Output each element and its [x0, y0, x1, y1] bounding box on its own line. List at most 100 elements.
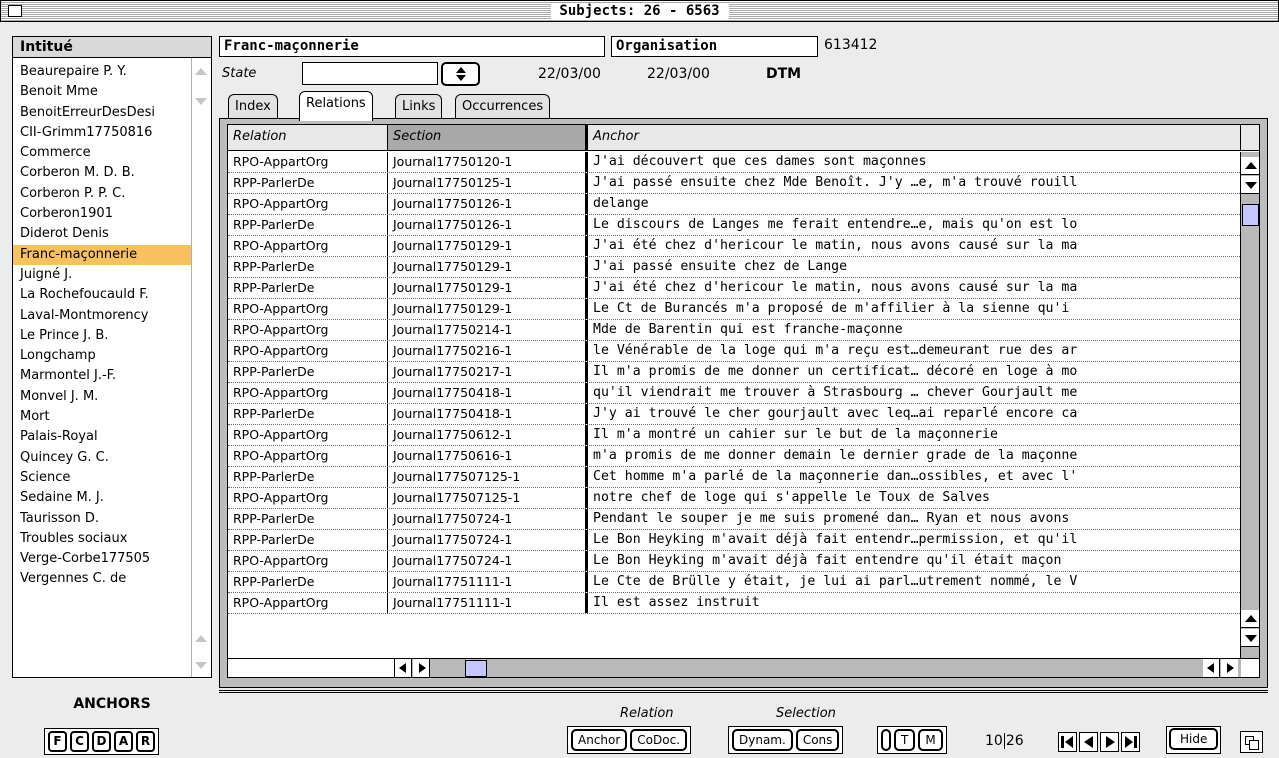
table-row[interactable]: RPP-ParlerDe Journal17750129-1 J'ai passé …: [228, 257, 1240, 278]
mode-blank-button[interactable]: [881, 729, 891, 751]
scroll-right-icon[interactable]: [413, 659, 430, 677]
anchor-c-button[interactable]: C: [70, 731, 89, 752]
mode-m-button[interactable]: M: [918, 729, 943, 751]
table-row[interactable]: RPP-ParlerDe Journal17750217-1 Il m'a prom…: [228, 362, 1240, 383]
scroll-thumb[interactable]: [1242, 204, 1259, 226]
list-item[interactable]: Corberon P. P. C.: [13, 184, 191, 204]
column-header-section[interactable]: Section: [388, 125, 588, 150]
close-box[interactable]: [8, 5, 22, 17]
list-item[interactable]: Mort: [13, 407, 191, 427]
table-row[interactable]: RPP-ParlerDe Journal17750724-1 Pendant le …: [228, 509, 1240, 530]
scroll-left-icon[interactable]: [1203, 659, 1220, 677]
table-vertical-scrollbar[interactable]: [1240, 152, 1259, 658]
anchor-column-scrollbar[interactable]: [394, 659, 1241, 677]
list-item[interactable]: Le Prince J. B.: [13, 326, 191, 346]
list-item[interactable]: Sedaine M. J.: [13, 488, 191, 508]
scroll-thumb[interactable]: [465, 660, 487, 677]
list-item[interactable]: Corberon M. D. B.: [13, 163, 191, 183]
table-row[interactable]: RPP-ParlerDe Journal177507125-1 Cet homme …: [228, 467, 1240, 488]
subject-list-scrollbar[interactable]: [191, 58, 211, 677]
anchor-d-button[interactable]: D: [92, 731, 111, 752]
anchor-r-button[interactable]: R: [136, 731, 155, 752]
scroll-down-icon[interactable]: [195, 98, 207, 105]
hide-button[interactable]: Hide: [1169, 728, 1219, 750]
list-item[interactable]: Benoit Mme: [13, 82, 191, 102]
column-header-relation[interactable]: Relation: [228, 125, 388, 150]
tab-occurrences[interactable]: Occurrences: [455, 94, 551, 119]
table-row[interactable]: RPO-AppartOrg Journal17750129-1 J'ai été c…: [228, 236, 1240, 257]
list-item[interactable]: Laval-Montmorency: [13, 306, 191, 326]
mode-t-button[interactable]: T: [894, 729, 916, 751]
window-zoom-icon[interactable]: [1240, 731, 1263, 753]
table-row[interactable]: RPO-AppartOrg Journal17750616-1 m'a promis…: [228, 446, 1240, 467]
subject-list[interactable]: Beaurepaire P. Y. Benoit Mme BenoitErreurD…: [12, 57, 212, 678]
list-item[interactable]: Corberon1901: [13, 204, 191, 224]
list-item[interactable]: La Rochefoucauld F.: [13, 285, 191, 305]
scroll-up-icon[interactable]: [1241, 610, 1259, 628]
table-row[interactable]: RPO-AppartOrg Journal17750418-1 qu'il vien…: [228, 383, 1240, 404]
state-field[interactable]: [302, 62, 438, 85]
table-row[interactable]: RPO-AppartOrg Journal17750214-1 Mde de Bar…: [228, 320, 1240, 341]
list-item[interactable]: Monvel J. M.: [13, 387, 191, 407]
table-row[interactable]: RPO-AppartOrg Journal17750724-1 Le Bon Hey…: [228, 551, 1240, 572]
list-item[interactable]: Marmontel J.-F.: [13, 366, 191, 386]
table-row[interactable]: RPO-AppartOrg Journal17750216-1 le Vénérab…: [228, 341, 1240, 362]
first-record-icon[interactable]: [1058, 732, 1077, 752]
subject-type-field[interactable]: Organisation: [611, 36, 818, 57]
anchor-a-button[interactable]: A: [114, 731, 133, 752]
list-item[interactable]: CII-Grimm17750816: [13, 123, 191, 143]
list-item[interactable]: Palais-Royal: [13, 427, 191, 447]
list-item[interactable]: Vergennes C. de: [13, 569, 191, 589]
list-item[interactable]: Science: [13, 468, 191, 488]
table-row[interactable]: RPO-AppartOrg Journal17750126-1 delange: [228, 194, 1240, 215]
table-row[interactable]: RPO-AppartOrg Journal17750120-1 J'ai décou…: [228, 152, 1240, 173]
tab-relations[interactable]: Relations: [299, 91, 373, 121]
list-item[interactable]: Troubles sociaux: [13, 529, 191, 549]
list-item[interactable]: BenoitErreurDesDesi: [13, 103, 191, 123]
list-item[interactable]: Longchamp: [13, 346, 191, 366]
tab-index[interactable]: Index: [228, 94, 278, 119]
section-cell: Journal17750616-1: [388, 446, 588, 466]
table-row[interactable]: RPO-AppartOrg Journal17750129-1 Le Ct de B…: [228, 299, 1240, 320]
table-row[interactable]: RPP-ParlerDe Journal17751111-1 Le Cte de B…: [228, 572, 1240, 593]
list-item[interactable]: Commerce: [13, 143, 191, 163]
state-stepper-icon[interactable]: [441, 62, 480, 86]
title-bar[interactable]: Subjects: 26 - 6563: [0, 0, 1279, 22]
table-row[interactable]: RPO-AppartOrg Journal17750612-1 Il m'a mon…: [228, 425, 1240, 446]
last-record-icon[interactable]: [1121, 732, 1140, 752]
codoc-button[interactable]: CoDoc.: [630, 729, 688, 751]
list-item[interactable]: Juigné J.: [13, 265, 191, 285]
table-row[interactable]: RPP-ParlerDe Journal17750418-1 J'y ai trou…: [228, 404, 1240, 425]
cons-button[interactable]: Cons: [795, 729, 840, 751]
table-row[interactable]: RPO-AppartOrg Journal177507125-1 notre che…: [228, 488, 1240, 509]
dynam-button[interactable]: Dynam.: [732, 729, 793, 751]
scroll-left-icon[interactable]: [395, 659, 412, 677]
list-item[interactable]: Franc-maçonnerie: [13, 244, 191, 265]
scroll-up-icon[interactable]: [195, 68, 207, 75]
table-row[interactable]: RPP-ParlerDe Journal17750724-1 Le Bon Heyk…: [228, 530, 1240, 551]
subject-name-field[interactable]: Franc-maçonnerie: [219, 36, 605, 57]
list-item[interactable]: Taurisson D.: [13, 509, 191, 529]
list-item[interactable]: Beaurepaire P. Y.: [13, 62, 191, 82]
list-item[interactable]: Quincey G. C.: [13, 448, 191, 468]
tab-links[interactable]: Links: [395, 94, 443, 119]
column-header-anchor[interactable]: Anchor: [588, 125, 1240, 150]
scroll-right-icon[interactable]: [1221, 659, 1238, 677]
previous-record-icon[interactable]: [1079, 732, 1098, 752]
scroll-up-icon[interactable]: [195, 635, 207, 642]
table-row[interactable]: RPP-ParlerDe Journal17750126-1 Le discours…: [228, 215, 1240, 236]
anchor-f-button[interactable]: F: [48, 731, 67, 752]
list-item[interactable]: Diderot Denis: [13, 224, 191, 244]
next-record-icon[interactable]: [1100, 732, 1119, 752]
table-horizontal-scrollbar[interactable]: [228, 658, 1259, 677]
list-item[interactable]: Verge-Corbe177505: [13, 549, 191, 569]
anchor-button[interactable]: Anchor: [571, 729, 628, 751]
scroll-down-icon[interactable]: [195, 662, 207, 669]
table-row[interactable]: RPO-AppartOrg Journal17751111-1 Il est ass…: [228, 593, 1240, 614]
scroll-up-icon[interactable]: [1241, 157, 1259, 175]
list-header[interactable]: Intitué: [12, 36, 212, 58]
table-row[interactable]: RPP-ParlerDe Journal17750129-1 J'ai été ch…: [228, 278, 1240, 299]
table-row[interactable]: RPP-ParlerDe Journal17750125-1 J'ai passé …: [228, 173, 1240, 194]
scroll-down-icon[interactable]: [1241, 629, 1259, 647]
scroll-down-icon[interactable]: [1241, 176, 1259, 194]
